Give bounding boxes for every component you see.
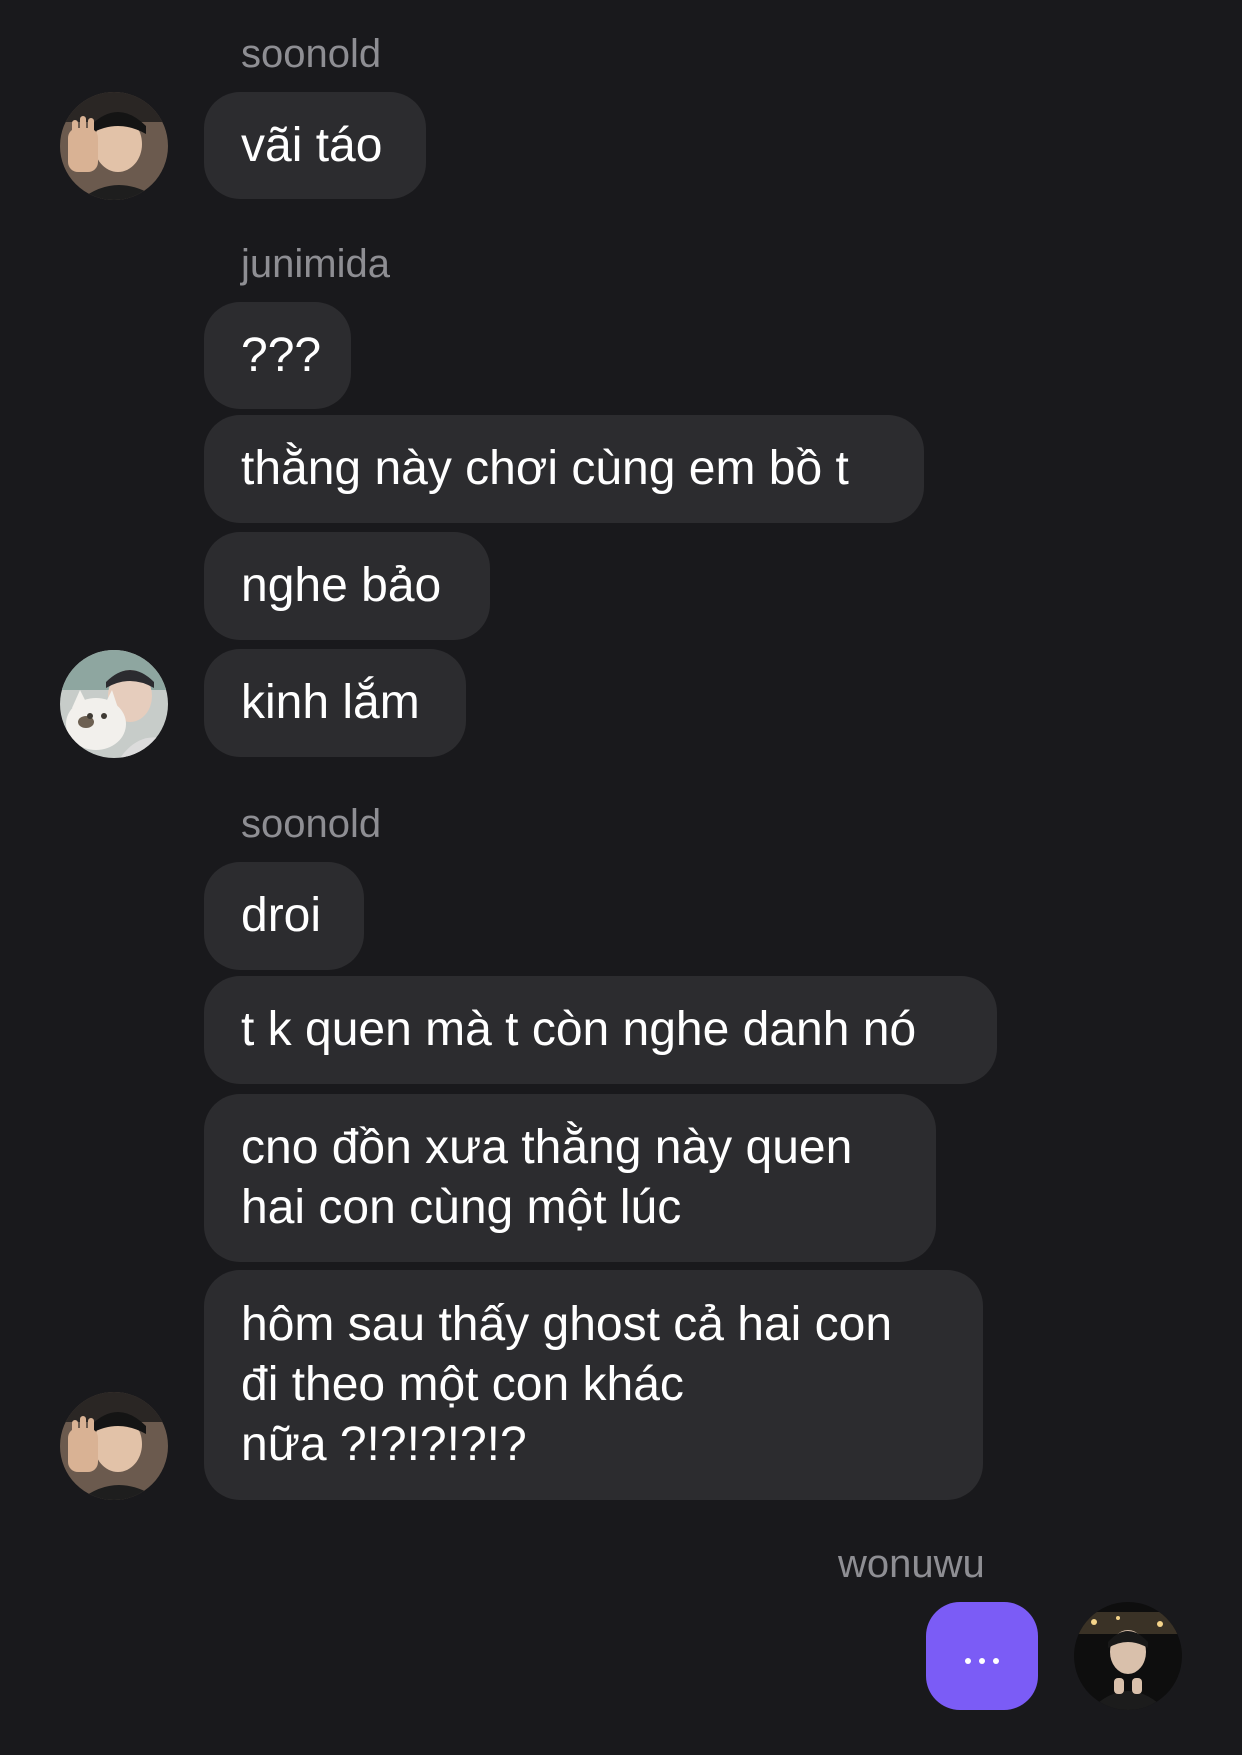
message-text-line: đi theo một con khác	[241, 1358, 684, 1411]
typing-dot	[979, 1658, 985, 1664]
sender-name-wonuwu: wonuwu	[838, 1542, 985, 1586]
typing-dot	[993, 1658, 999, 1664]
message-text-line: nữa ?!?!?!?!?	[241, 1418, 527, 1471]
message-text: kinh lắm	[241, 676, 420, 729]
message-text: nghe bảo	[241, 559, 442, 612]
message-bubble[interactable]: cno đồn xưa thằng này quen hai con cùng …	[204, 1094, 936, 1262]
user-avatar-soonold[interactable]	[60, 92, 168, 200]
message-bubble[interactable]: nghe bảo	[204, 532, 490, 640]
user-avatar-soonold[interactable]	[60, 1392, 168, 1500]
message-text-line: hôm sau thấy ghost cả hai con	[241, 1298, 893, 1351]
message-bubble[interactable]: thằng này chơi cùng em bồ t	[204, 415, 924, 523]
message-text-line: cno đồn xưa thằng này quen	[241, 1121, 853, 1174]
message-text: t k quen mà t còn nghe danh nó	[241, 1003, 917, 1056]
typing-dot	[965, 1658, 971, 1664]
message-text: vãi táo	[241, 118, 383, 172]
message-bubble[interactable]: droi	[204, 862, 364, 970]
message-text: droi	[241, 889, 322, 942]
message-bubble[interactable]: hôm sau thấy ghost cả hai con đi theo mộ…	[204, 1270, 983, 1500]
sender-name-junimida: junimida	[241, 242, 390, 286]
message-bubble[interactable]: vãi táo	[204, 92, 426, 199]
message-bubble[interactable]: ???	[204, 302, 351, 409]
message-text-line: hai con cùng một lúc	[241, 1181, 682, 1234]
sender-name-soonold: soonold	[241, 802, 382, 846]
message-bubble[interactable]: t k quen mà t còn nghe danh nó	[204, 976, 997, 1084]
typing-indicator	[926, 1602, 1038, 1710]
sender-name-soonold: soonold	[241, 32, 382, 76]
message-text: thằng này chơi cùng em bồ t	[241, 442, 849, 495]
user-avatar-wonuwu[interactable]	[1074, 1602, 1182, 1710]
user-avatar-junimida[interactable]	[60, 650, 168, 758]
message-bubble[interactable]: kinh lắm	[204, 649, 466, 757]
message-text: ???	[241, 328, 322, 382]
